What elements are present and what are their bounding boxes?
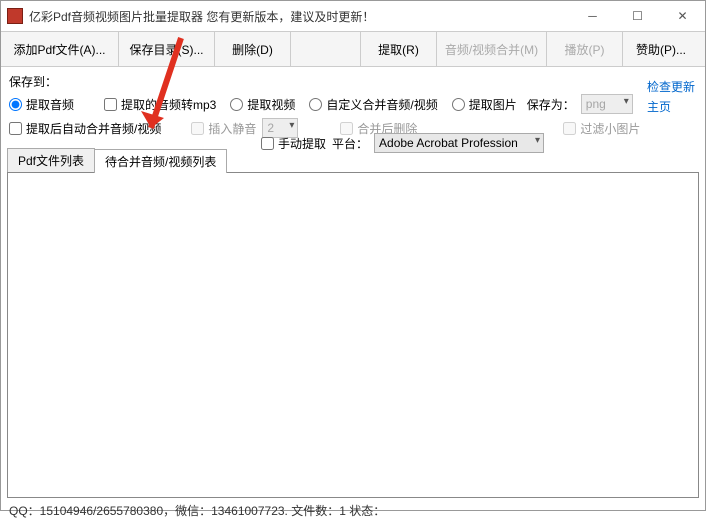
tab-merge-list[interactable]: 待合并音频/视频列表 [94, 149, 227, 173]
checkbox-insert-silence-input[interactable] [191, 122, 204, 135]
tab-file-list[interactable]: Pdf文件列表 [7, 148, 95, 172]
app-icon [7, 8, 23, 24]
checkbox-auto-merge-input[interactable] [9, 122, 22, 135]
homepage-link[interactable]: 主页 [647, 97, 695, 117]
merge-list-box[interactable] [7, 172, 699, 498]
links-panel: 检查更新 主页 [647, 77, 695, 117]
toolbar-spacer [291, 32, 361, 66]
radio-extract-video[interactable]: 提取视频 [230, 96, 295, 113]
checkbox-mp3-input[interactable] [104, 98, 117, 111]
delete-button[interactable]: 删除(D) [215, 32, 291, 66]
checkbox-auto-merge[interactable]: 提取后自动合并音频/视频 [9, 120, 161, 137]
checkbox-filter-small[interactable]: 过滤小图片 [563, 120, 640, 137]
checkbox-mp3[interactable]: 提取的音频转mp3 [104, 96, 216, 113]
radio-extract-audio-input[interactable] [9, 98, 22, 111]
radio-extract-video-input[interactable] [230, 98, 243, 111]
window-title: 亿彩Pdf音频视频图片批量提取器 您有更新版本，建议及时更新！ [29, 8, 374, 25]
radio-extract-image[interactable]: 提取图片 [452, 96, 517, 113]
check-update-link[interactable]: 检查更新 [647, 77, 695, 97]
merge-av-button[interactable]: 音频/视频合并(M) [437, 32, 547, 66]
extract-button[interactable]: 提取(R) [361, 32, 437, 66]
title-bar: 亿彩Pdf音频视频图片批量提取器 您有更新版本，建议及时更新！ ─ ☐ ✕ [1, 1, 705, 31]
status-text: QQ：15104946/2655780380，微信：13461007723. 文… [9, 504, 385, 518]
maximize-button[interactable]: ☐ [615, 2, 660, 30]
main-toolbar: 添加Pdf文件(A)... 保存目录(S)... 删除(D) 提取(R) 音频/… [1, 31, 705, 67]
save-to-label: 保存到： [9, 73, 57, 90]
radio-extract-audio[interactable]: 提取音频 [9, 96, 74, 113]
save-as-label: 保存为： [527, 96, 575, 113]
play-button[interactable]: 播放(P) [547, 32, 623, 66]
close-button[interactable]: ✕ [660, 2, 705, 30]
radio-custom-merge-input[interactable] [309, 98, 322, 111]
tabs: Pdf文件列表 待合并音频/视频列表 [7, 148, 705, 172]
save-dir-button[interactable]: 保存目录(S)... [119, 32, 215, 66]
save-as-select[interactable]: png [581, 94, 633, 114]
radio-custom-merge[interactable]: 自定义合并音频/视频 [309, 96, 437, 113]
radio-extract-image-input[interactable] [452, 98, 465, 111]
window-controls: ─ ☐ ✕ [570, 2, 705, 30]
checkbox-insert-silence[interactable]: 插入静音 [191, 120, 256, 137]
sponsor-button[interactable]: 赞助(P)... [623, 32, 699, 66]
options-row-1: 提取音频 提取的音频转mp3 提取视频 自定义合并音频/视频 提取图片 保存为：… [9, 94, 697, 114]
minimize-button[interactable]: ─ [570, 2, 615, 30]
add-pdf-button[interactable]: 添加Pdf文件(A)... [1, 32, 119, 66]
checkbox-filter-small-input[interactable] [563, 122, 576, 135]
